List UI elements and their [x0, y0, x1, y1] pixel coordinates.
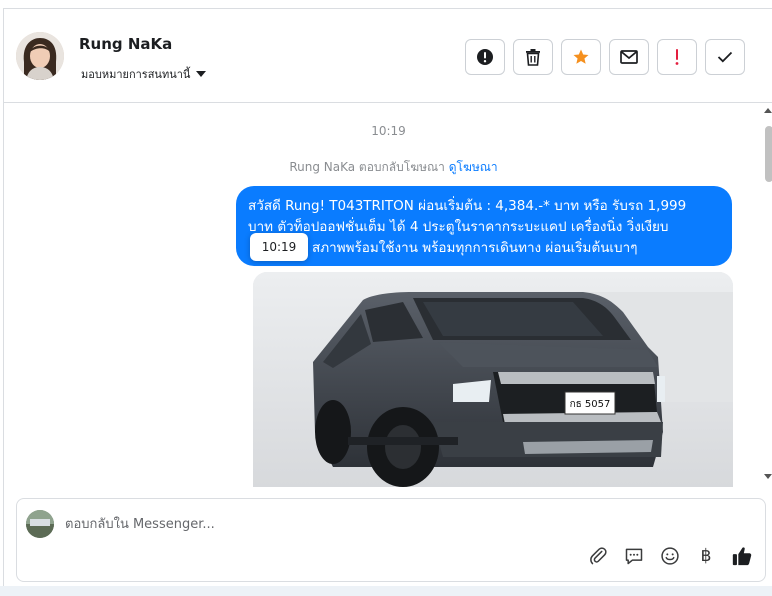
contact-name: Rung NaKa — [79, 35, 173, 53]
message-scrollbar[interactable] — [763, 104, 772, 487]
message-line: บาท ตัวท็อปออฟชั่นเต็ม ได้ 4 ประตูในราคา… — [248, 219, 669, 235]
checkmark-icon — [717, 51, 733, 63]
ad-reply-note: Rung NaKa ตอบกลับโฆษณา ดูโฆษณา — [4, 158, 772, 177]
emoji-button[interactable] — [659, 545, 681, 567]
composer-tools: ฿ — [587, 545, 753, 567]
mark-done-button[interactable] — [705, 39, 745, 75]
ad-reply-text: Rung NaKa ตอบกลับโฆษณา — [289, 160, 445, 174]
thumbs-up-icon — [732, 547, 752, 566]
scroll-down-arrow-icon[interactable] — [764, 474, 772, 479]
star-icon — [573, 49, 589, 64]
page-avatar — [26, 510, 54, 538]
star-button[interactable] — [561, 39, 601, 75]
thread-header: Rung NaKa มอบหมายการสนทนานี้ — [4, 9, 772, 103]
smiley-face-icon — [661, 547, 679, 565]
caret-down-icon — [196, 71, 207, 77]
reply-input[interactable] — [65, 513, 665, 535]
saved-replies-button[interactable] — [623, 545, 645, 567]
delete-button[interactable] — [513, 39, 553, 75]
message-photo-attachment[interactable]: กธ 5057 — [253, 272, 733, 487]
attach-file-button[interactable] — [587, 545, 609, 567]
assign-conversation-dropdown[interactable]: มอบหมายการสนทนานี้ — [81, 65, 207, 83]
send-like-button[interactable] — [731, 545, 753, 567]
exclamation-icon — [675, 49, 679, 65]
time-tooltip: 10:19 — [250, 233, 308, 261]
envelope-icon — [620, 50, 638, 64]
message-line: สวัสดี Rung! T043TRITON ผ่อนเริ่มต้น : 4… — [248, 198, 687, 214]
assign-conversation-label: มอบหมายการสนทนานี้ — [81, 68, 191, 81]
thread-actions — [465, 39, 745, 75]
message-line: สภาพพร้อมใช้งาน พร้อมทุกการเดินทาง ผ่อนเ… — [312, 240, 638, 256]
view-ad-link[interactable]: ดูโฆษณา — [449, 160, 498, 174]
follow-up-button[interactable] — [657, 39, 697, 75]
exclamation-circle-icon — [477, 49, 493, 65]
message-composer: ฿ — [16, 498, 766, 582]
payment-baht-icon[interactable]: ฿ — [695, 545, 717, 567]
message-timestamp: 10:19 — [371, 124, 406, 138]
outgoing-message-bubble[interactable]: สวัสดี Rung! T043TRITON ผ่อนเริ่มต้น : 4… — [236, 186, 732, 266]
message-list[interactable]: 10:19 Rung NaKa ตอบกลับโฆษณา ดูโฆษณา สวั… — [4, 104, 772, 487]
pickup-truck-image: กธ 5057 — [253, 272, 733, 487]
mark-unread-button[interactable] — [609, 39, 649, 75]
paperclip-icon — [590, 547, 607, 565]
chat-bubble-icon — [625, 548, 643, 565]
scroll-up-arrow-icon[interactable] — [764, 108, 772, 113]
license-plate-text: กธ 5057 — [570, 399, 611, 410]
scrollbar-thumb[interactable] — [765, 126, 772, 182]
mark-spam-button[interactable] — [465, 39, 505, 75]
trash-icon — [526, 49, 540, 66]
page-footer-strip — [0, 586, 772, 596]
contact-avatar[interactable] — [16, 32, 64, 80]
inbox-thread-panel: Rung NaKa มอบหมายการสนทนานี้ 10:19 Rung … — [3, 8, 772, 596]
